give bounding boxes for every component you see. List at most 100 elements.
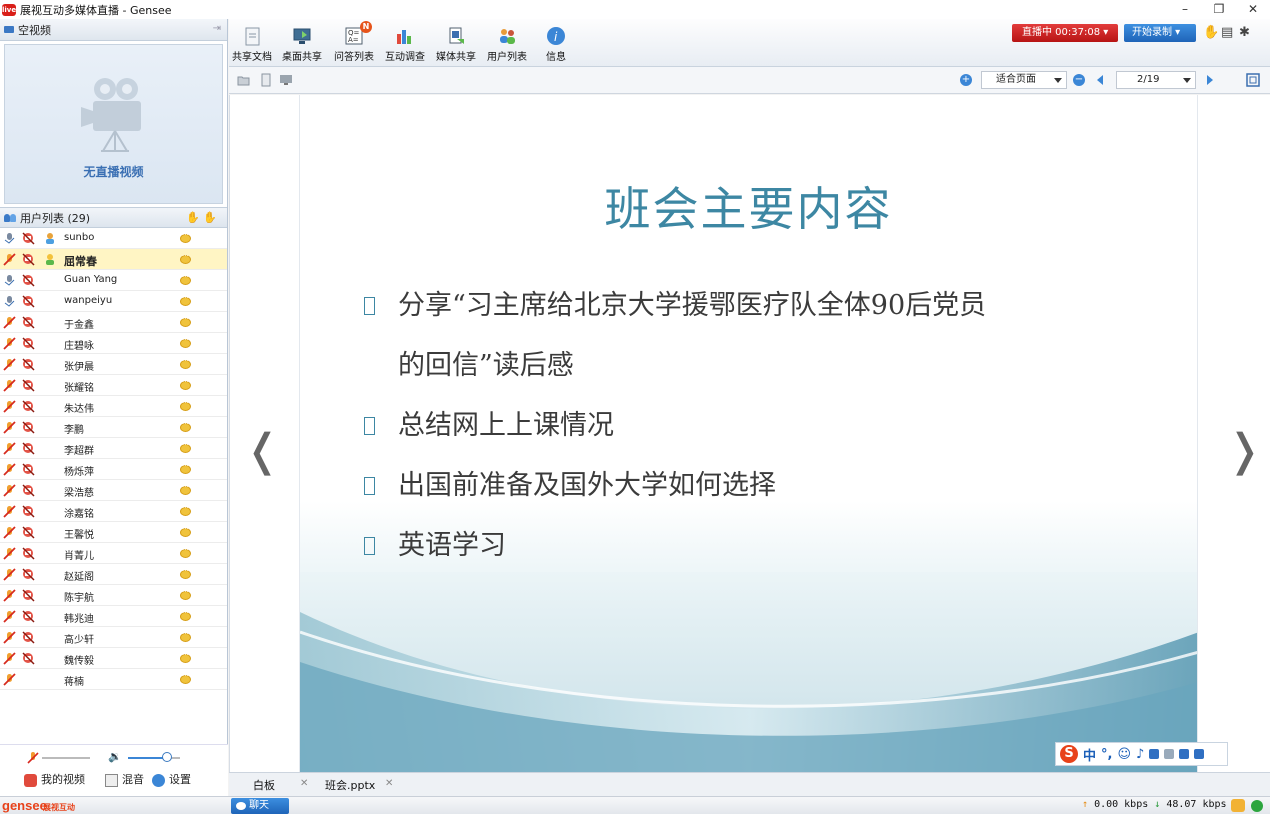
user-row[interactable]: 蒋楠 <box>0 669 227 690</box>
user-row[interactable]: 高少轩 <box>0 627 227 648</box>
camera-off-icon[interactable] <box>22 463 35 476</box>
user-row[interactable]: 杨烁萍 <box>0 459 227 480</box>
chat-bubble-icon[interactable] <box>180 651 191 663</box>
camera-off-icon[interactable] <box>22 274 35 287</box>
mic-off-icon[interactable] <box>3 421 16 434</box>
chat-bubble-icon[interactable] <box>180 588 191 600</box>
restore-button[interactable]: ❐ <box>1202 0 1236 19</box>
user-row[interactable]: 王馨悦 <box>0 522 227 543</box>
user-row[interactable]: 陈宇航 <box>0 585 227 606</box>
zoom-out-button[interactable]: − <box>1073 74 1085 86</box>
camera-off-icon[interactable] <box>22 400 35 413</box>
chat-bubble-icon[interactable] <box>180 294 191 306</box>
user-row[interactable]: 赵延阁 <box>0 564 227 585</box>
chat-bubble-icon[interactable] <box>180 525 191 537</box>
microphone-icon[interactable] <box>26 751 40 765</box>
chat-button[interactable]: 聊天 <box>231 798 289 814</box>
chat-bubble-icon[interactable] <box>180 378 191 390</box>
voice-icon[interactable]: ♪ <box>1136 747 1144 762</box>
keyboard-icon[interactable] <box>1149 749 1160 759</box>
camera-off-icon[interactable] <box>22 253 35 266</box>
tab-whiteboard[interactable]: 白板 <box>253 777 275 793</box>
start-record-button[interactable]: 开始录制 ▾ <box>1124 24 1196 42</box>
hand-raise-icon[interactable]: ✋ ✋ <box>186 211 217 224</box>
mic-off-icon[interactable] <box>3 505 16 518</box>
mix-button[interactable]: 混音 <box>105 771 144 787</box>
mic-off-icon[interactable] <box>3 673 16 686</box>
toolbar-survey[interactable]: 互动调查 <box>385 25 425 63</box>
minimize-button[interactable]: – <box>1168 0 1202 19</box>
skin-icon[interactable] <box>1179 749 1190 759</box>
punctuation-icon[interactable]: °, <box>1101 747 1112 762</box>
mic-off-icon[interactable] <box>3 484 16 497</box>
tab-pptx[interactable]: 班会.pptx <box>325 777 375 793</box>
user-row[interactable]: 韩兆迪 <box>0 606 227 627</box>
ime-toolbar[interactable]: S 中 °, ☺ ♪ <box>1055 742 1228 766</box>
gear-icon[interactable]: ✱ <box>1239 26 1253 40</box>
sogou-logo-icon[interactable]: S <box>1060 745 1078 763</box>
toolbar-user-list[interactable]: 用户列表 <box>487 25 527 63</box>
chat-bubble-icon[interactable] <box>180 567 191 579</box>
mic-off-icon[interactable] <box>3 316 16 329</box>
close-tab-icon[interactable]: ✕ <box>300 778 308 789</box>
emoji-icon[interactable]: ☺ <box>1117 747 1131 762</box>
mic-volume-slider[interactable] <box>42 757 90 759</box>
user-row[interactable]: 张伊晨 <box>0 354 227 375</box>
close-button[interactable]: ✕ <box>1236 0 1270 19</box>
user-row[interactable]: 张耀铭 <box>0 375 227 396</box>
chat-bubble-icon[interactable] <box>180 609 191 621</box>
mix-checkbox[interactable] <box>105 773 118 787</box>
chat-bubble-icon[interactable] <box>180 672 191 684</box>
user-row[interactable]: 庄碧咏 <box>0 333 227 354</box>
mic-icon[interactable] <box>3 295 16 308</box>
toolbar-desktop-share[interactable]: 桌面共享 <box>282 25 322 63</box>
speaker-volume-slider[interactable] <box>128 757 166 759</box>
chat-bubble-icon[interactable] <box>180 420 191 432</box>
camera-off-icon[interactable] <box>22 295 35 308</box>
chat-bubble-icon[interactable] <box>180 504 191 516</box>
camera-off-icon[interactable] <box>22 568 35 581</box>
close-tab-icon[interactable]: ✕ <box>385 778 393 789</box>
pin-icon[interactable]: ⇥ <box>213 23 221 34</box>
my-video-button[interactable]: 我的视频 <box>24 771 85 787</box>
mic-icon[interactable] <box>3 274 16 287</box>
mic-off-icon[interactable] <box>3 400 16 413</box>
user-icon[interactable] <box>1164 749 1175 759</box>
user-row[interactable]: sunbo <box>0 228 227 249</box>
user-row[interactable]: 于金鑫 <box>0 312 227 333</box>
user-row[interactable]: wanpeiyu <box>0 291 227 312</box>
camera-off-icon[interactable] <box>22 547 35 560</box>
chat-bubble-icon[interactable] <box>180 231 191 243</box>
screen-icon[interactable] <box>279 73 293 87</box>
open-folder-icon[interactable] <box>237 73 251 87</box>
toolbar-share-document[interactable]: 共享文档 <box>232 25 272 63</box>
user-row[interactable]: 李超群 <box>0 438 227 459</box>
camera-off-icon[interactable] <box>22 358 35 371</box>
toolbar-qa-list[interactable]: Q= A= N 问答列表 <box>334 21 374 63</box>
chat-bubble-icon[interactable] <box>180 315 191 327</box>
camera-off-icon[interactable] <box>22 652 35 665</box>
fit-mode-select[interactable]: 适合页面 <box>981 71 1067 89</box>
chat-bubble-icon[interactable] <box>180 630 191 642</box>
mic-off-icon[interactable] <box>3 610 16 623</box>
mic-off-icon[interactable] <box>3 547 16 560</box>
mic-off-icon[interactable] <box>3 589 16 602</box>
chat-bubble-icon[interactable] <box>180 273 191 285</box>
mic-off-icon[interactable] <box>3 253 16 266</box>
chat-bubble-icon[interactable] <box>180 462 191 474</box>
speaker-volume-knob[interactable] <box>162 752 172 762</box>
hand-icon[interactable]: ✋ <box>1203 26 1219 40</box>
mic-icon[interactable] <box>3 232 16 245</box>
user-row[interactable]: 李鹏 <box>0 417 227 438</box>
camera-off-icon[interactable] <box>22 631 35 644</box>
fullscreen-icon[interactable] <box>1246 73 1260 87</box>
camera-off-icon[interactable] <box>22 505 35 518</box>
next-slide-arrow[interactable]: ❭ <box>1226 425 1263 476</box>
mic-off-icon[interactable] <box>3 463 16 476</box>
toolbar-info[interactable]: i 信息 <box>545 25 567 63</box>
ime-mode[interactable]: 中 <box>1083 745 1096 764</box>
page-select[interactable]: 2/19 <box>1116 71 1196 89</box>
mic-off-icon[interactable] <box>3 526 16 539</box>
mic-off-icon[interactable] <box>3 379 16 392</box>
prev-slide-arrow[interactable]: ❬ <box>244 425 281 476</box>
